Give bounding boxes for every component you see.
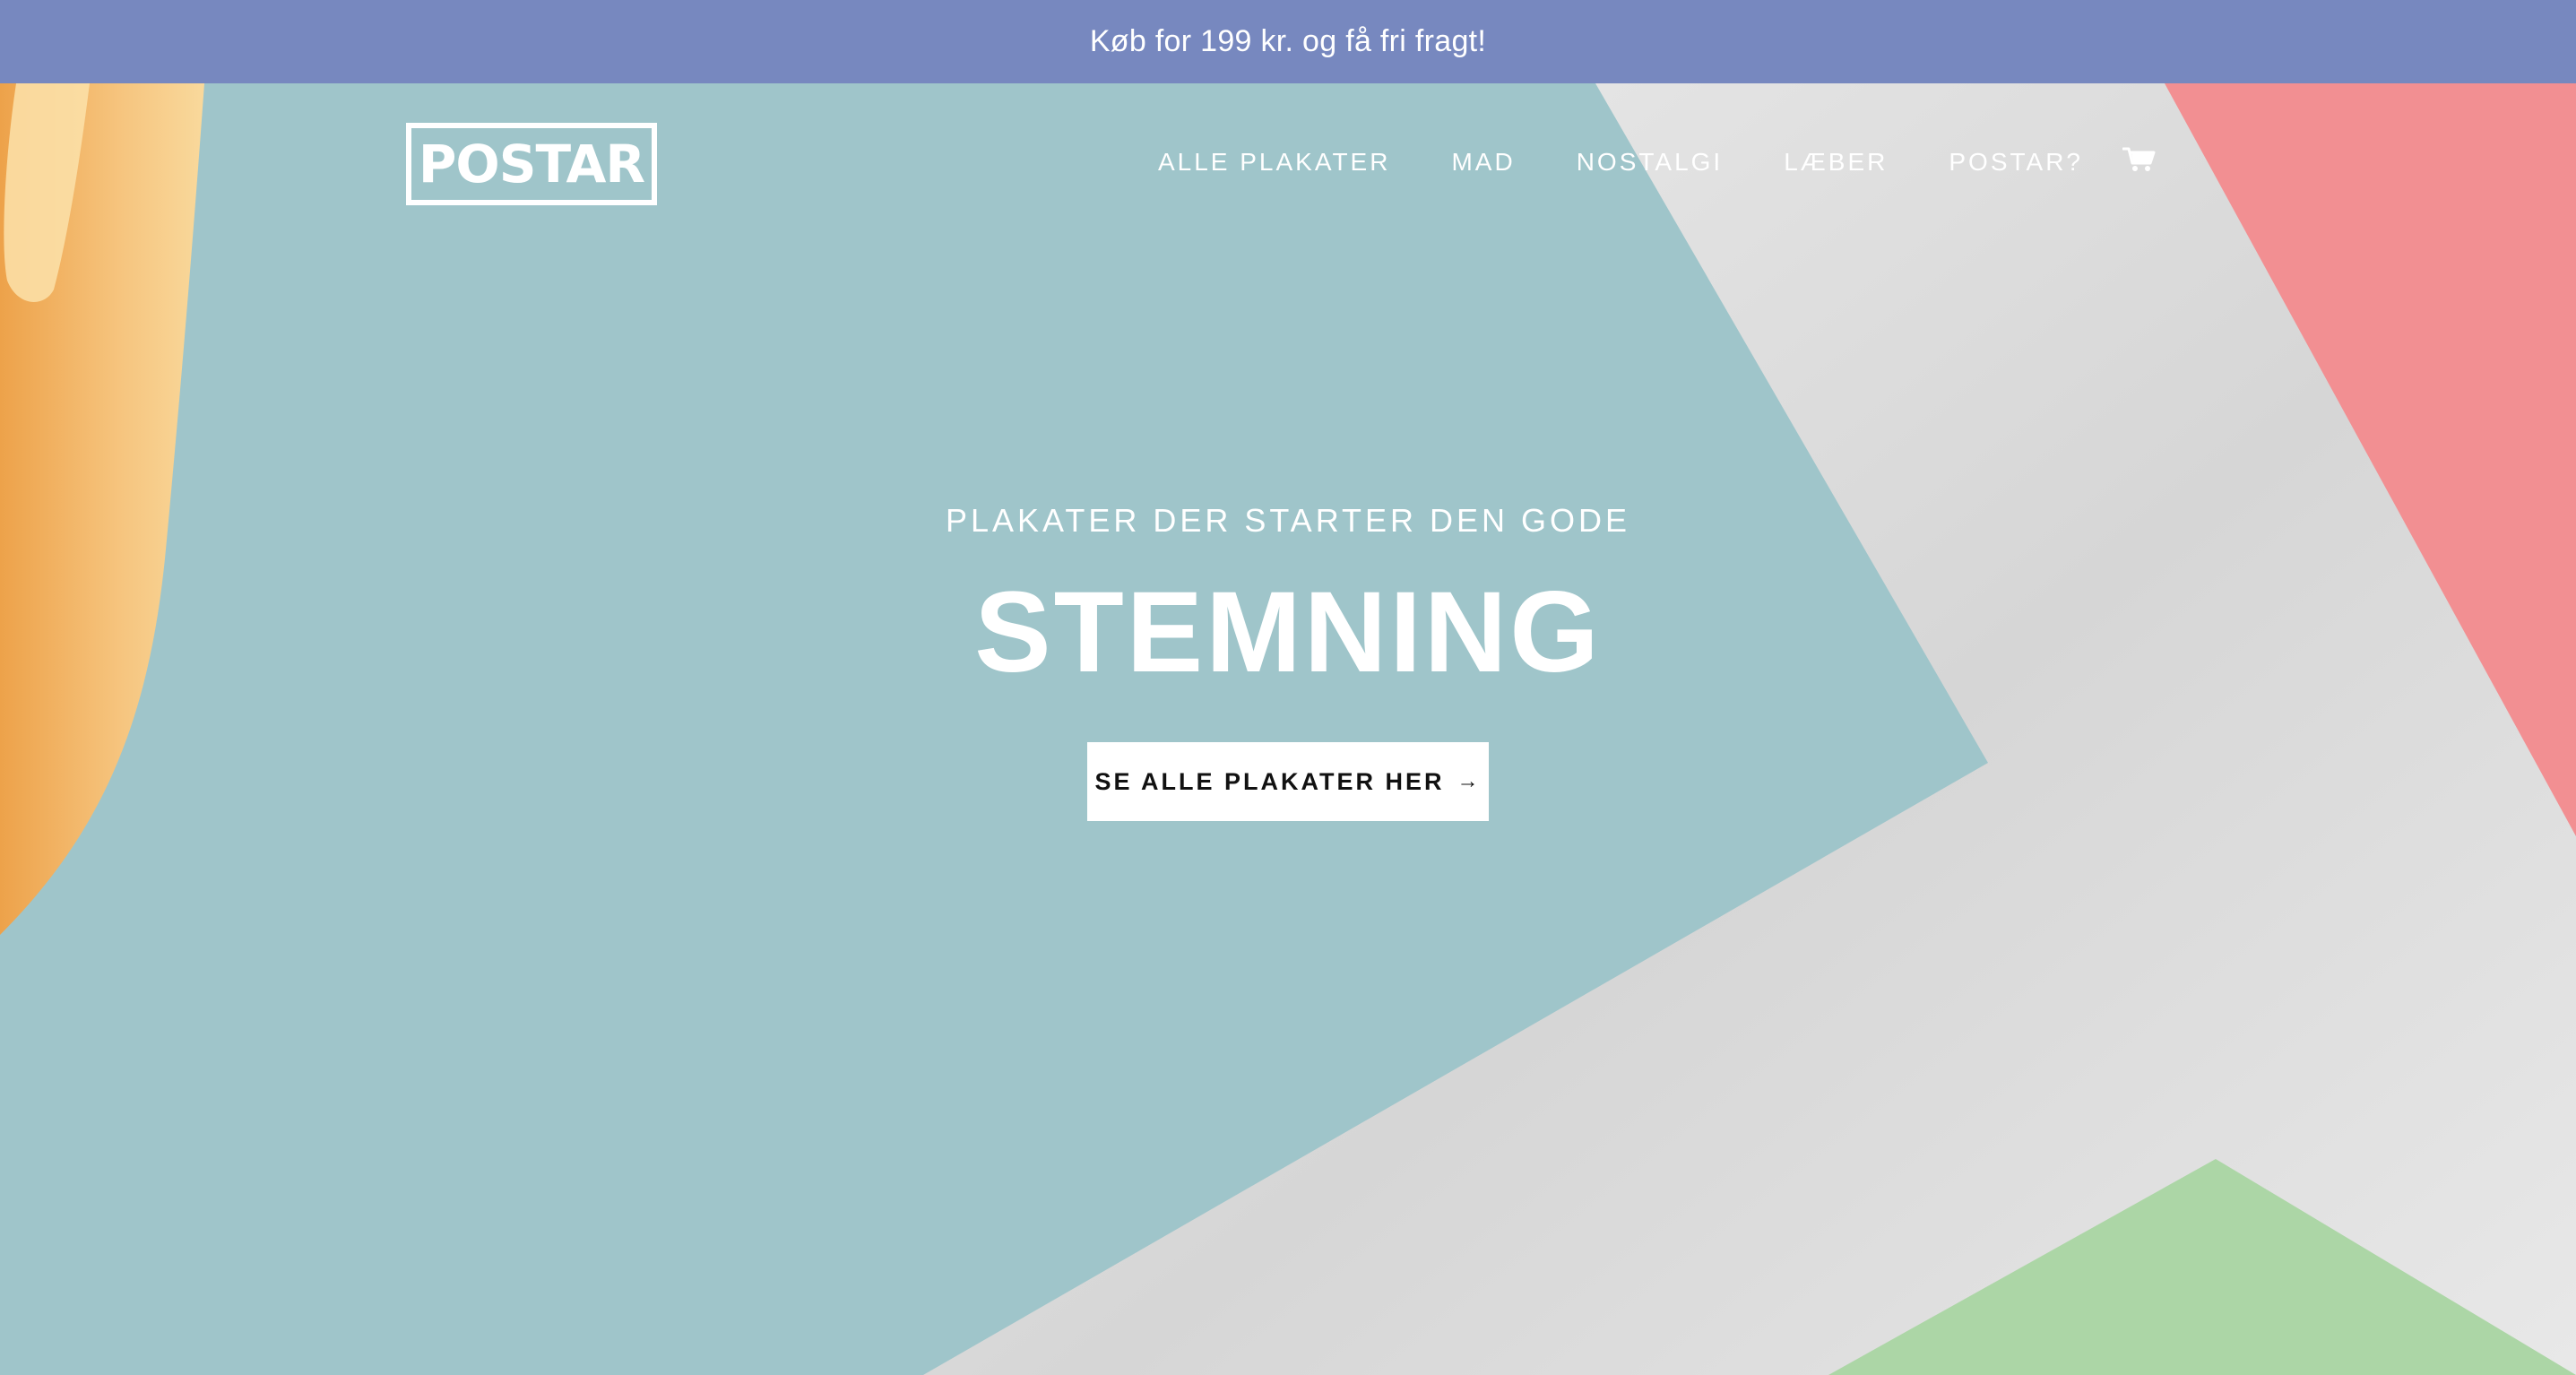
nav-item-laeber[interactable]: LÆBER	[1784, 148, 1888, 177]
announcement-bar: Køb for 199 kr. og få fri fragt!	[0, 0, 2576, 83]
postar-logo[interactable]: POSTAR	[406, 123, 657, 205]
hero-subtitle: PLAKATER DER STARTER DEN GODE	[945, 502, 1631, 539]
nav-item-alle-plakater[interactable]: ALLE PLAKATER	[1158, 148, 1390, 177]
nav-item-mad[interactable]: MAD	[1451, 148, 1515, 177]
cta-label: SE ALLE PLAKATER HER	[1094, 767, 1445, 795]
nav-item-nostalgi[interactable]: NOSTALGI	[1577, 148, 1724, 177]
hero-title: STEMNING	[974, 568, 1602, 696]
page: Køb for 199 kr. og få fri fragt! POSTAR	[0, 0, 2576, 1375]
cart-icon	[2122, 147, 2156, 171]
see-all-posters-button[interactable]: SE ALLE PLAKATER HER →	[1087, 742, 1489, 821]
announcement-text: Køb for 199 kr. og få fri fragt!	[1089, 24, 1487, 58]
main-nav: ALLE PLAKATER MAD NOSTALGI LÆBER POSTAR?	[1158, 148, 2083, 177]
site-header: POSTAR ALLE PLAKATER MAD NOSTALGI LÆBER …	[0, 83, 2576, 245]
cart-button[interactable]	[2122, 146, 2157, 173]
nav-item-postar[interactable]: POSTAR?	[1949, 148, 2083, 177]
arrow-right-icon: →	[1457, 769, 1482, 793]
hero-content: PLAKATER DER STARTER DEN GODE STEMNING S…	[0, 502, 2576, 821]
logo-text: POSTAR	[418, 134, 645, 195]
